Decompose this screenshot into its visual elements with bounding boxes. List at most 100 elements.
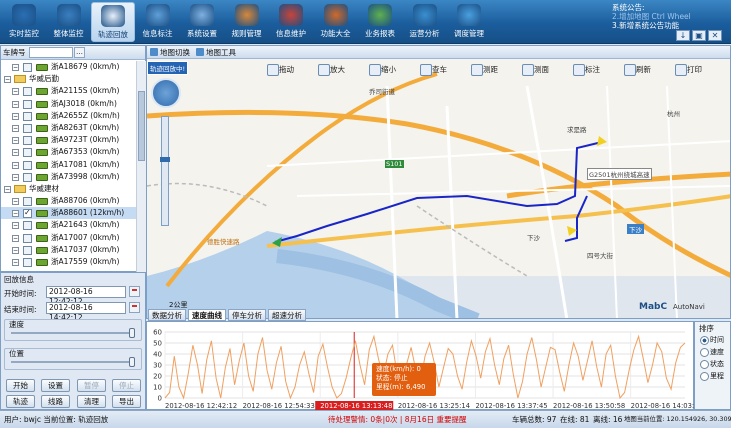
plate-search-input[interactable]: [29, 47, 73, 58]
clear-button[interactable]: 清理: [77, 395, 106, 408]
tab-speed-curve[interactable]: 速度曲线: [188, 309, 226, 321]
zoom-knob[interactable]: [160, 157, 170, 162]
speed-slider-knob[interactable]: [129, 328, 135, 338]
toolbar-radar-button[interactable]: 实时监控: [2, 2, 46, 42]
vehicle-row[interactable]: − 浙A2655Z (0km/h): [1, 110, 136, 122]
sort-radio-time[interactable]: 时间: [700, 335, 724, 345]
route-button[interactable]: 线路: [41, 395, 70, 408]
collapse-icon[interactable]: −: [12, 124, 19, 132]
vehicle-checkbox[interactable]: [23, 63, 32, 72]
position-slider[interactable]: [11, 361, 135, 363]
vehicle-checkbox[interactable]: [23, 160, 32, 170]
vehicle-checkbox[interactable]: [23, 87, 32, 97]
zoom-slider[interactable]: [160, 116, 170, 226]
collapse-icon[interactable]: −: [12, 259, 19, 266]
start-button[interactable]: 开始: [6, 379, 35, 392]
vehicle-checkbox[interactable]: [23, 258, 32, 267]
plate-search-button[interactable]: …: [74, 47, 85, 58]
status-alert-link[interactable]: 待处理警情: 0条|0次 | 8月16日 重要提醒: [328, 411, 466, 428]
collapse-icon[interactable]: −: [12, 210, 19, 218]
sort-radio-speed[interactable]: 速度: [700, 347, 724, 357]
toolbar-piechart-button[interactable]: 业务报表: [358, 2, 402, 42]
scroll-thumb[interactable]: [138, 91, 145, 161]
vehicle-row[interactable]: − 浙A2115S (0km/h): [1, 85, 136, 97]
toolbar-gear-button[interactable]: 系统设置: [180, 2, 224, 42]
vehicle-row[interactable]: − 浙A9723T (0km/h): [1, 134, 136, 146]
vehicle-row[interactable]: − 浙A17559 (0km/h): [1, 256, 136, 268]
map-tool-pan-button[interactable]: 拖动: [267, 64, 294, 76]
map-tool-find-vehicle-button[interactable]: 查车: [420, 64, 447, 76]
tab-map-tools[interactable]: 地图工具: [195, 47, 236, 58]
collapse-icon[interactable]: −: [12, 161, 19, 169]
collapse-icon[interactable]: −: [12, 149, 19, 157]
stop-button[interactable]: 停止: [112, 379, 141, 392]
collapse-icon[interactable]: −: [4, 185, 11, 193]
vehicle-checkbox[interactable]: [23, 111, 32, 121]
toolbar-marker-button[interactable]: 信息标注: [136, 2, 180, 42]
collapse-icon[interactable]: −: [12, 222, 19, 230]
close-icon[interactable]: ✕: [708, 30, 722, 41]
vehicle-row[interactable]: − 浙A17007 (0km/h): [1, 232, 136, 244]
track-button[interactable]: 轨迹: [6, 395, 35, 408]
start-time-field[interactable]: 2012-08-16 12:42:12: [46, 286, 126, 306]
collapse-icon[interactable]: −: [12, 246, 19, 254]
collapse-icon[interactable]: −: [12, 112, 19, 120]
vehicle-row[interactable]: − 浙A8263T (0km/h): [1, 122, 136, 134]
pan-control-icon[interactable]: [151, 78, 181, 108]
sort-radio-mileage[interactable]: 里程: [700, 371, 724, 381]
collapse-icon[interactable]: −: [12, 173, 19, 181]
end-time-field[interactable]: 2012-08-16 14:42:12: [46, 302, 126, 322]
collapse-icon[interactable]: −: [12, 137, 19, 145]
vehicle-checkbox[interactable]: [23, 136, 32, 146]
map-tool-zoom-in-button[interactable]: 放大: [318, 64, 345, 76]
export-button[interactable]: 导出: [112, 395, 141, 408]
vehicle-checkbox[interactable]: [23, 245, 32, 255]
map-tool-zoom-out-button[interactable]: 缩小: [369, 64, 396, 76]
vehicle-row[interactable]: − 浙A88706 (0km/h): [1, 195, 136, 207]
map-tool-measure-area-button[interactable]: 测面: [522, 64, 549, 76]
vehicle-row[interactable]: − 浙A17037 (0km/h): [1, 244, 136, 256]
map-tool-measure-distance-button[interactable]: 测距: [471, 64, 498, 76]
collapse-icon[interactable]: −: [12, 234, 19, 242]
vehicle-group[interactable]: − 华威后勤: [1, 73, 136, 85]
map-tool-annotate-button[interactable]: 标注: [573, 64, 600, 76]
vehicle-checkbox[interactable]: [23, 221, 32, 231]
vehicle-row[interactable]: − 浙A17081 (0km/h): [1, 159, 136, 171]
vehicle-checkbox[interactable]: [23, 123, 32, 133]
map-tool-print-button[interactable]: 打印: [675, 64, 702, 76]
collapse-icon[interactable]: −: [12, 64, 19, 71]
toolbar-playback-button[interactable]: 轨迹回放: [91, 2, 135, 42]
start-calendar-icon[interactable]: [129, 286, 140, 297]
toolbar-tools-button[interactable]: 规则管理: [225, 2, 269, 42]
tab-parking-analysis[interactable]: 停车分析: [228, 309, 266, 321]
tab-overspeed-analysis[interactable]: 超速分析: [268, 309, 306, 321]
vehicle-row[interactable]: − 浙A18679 (0km/h): [1, 61, 136, 73]
vehicle-group[interactable]: − 华威建材: [1, 183, 136, 195]
vehicle-row[interactable]: − 浙A21643 (0km/h): [1, 219, 136, 231]
vehicle-checkbox[interactable]: [23, 172, 32, 182]
vehicle-row[interactable]: − 浙A67353 (0km/h): [1, 146, 136, 158]
vehicle-row[interactable]: − 浙A88601 (12km/h): [1, 207, 136, 220]
tab-data-analysis[interactable]: 数据分析: [148, 309, 186, 321]
collapse-icon[interactable]: −: [12, 100, 19, 108]
vehicle-row[interactable]: − 浙AJ3018 (0km/h): [1, 98, 136, 110]
toolbar-toolbox-button[interactable]: 信息维护: [269, 2, 313, 42]
map-area[interactable]: 地图切换 地图工具 轨迹回放中! 拖动 放大 缩小 查车 测距 测面 标注 刷新 打印 乔司街道…: [146, 45, 731, 319]
toolbar-truck-button[interactable]: 整体监控: [47, 2, 91, 42]
collapse-icon[interactable]: −: [12, 198, 19, 206]
sort-radio-state[interactable]: 状态: [700, 359, 724, 369]
vehicle-checkbox[interactable]: [23, 197, 32, 207]
vehicle-checkbox[interactable]: [23, 207, 32, 219]
collapse-icon[interactable]: −: [12, 88, 19, 96]
collapse-icon[interactable]: −: [4, 76, 11, 84]
speed-slider[interactable]: [11, 332, 135, 334]
restore-icon[interactable]: ▣: [692, 30, 706, 41]
vehicle-checkbox[interactable]: [23, 233, 32, 243]
settings-button[interactable]: 设置: [41, 379, 70, 392]
vehicle-scrollbar[interactable]: [136, 61, 146, 272]
toolbar-barchart-button[interactable]: 运营分析: [403, 2, 447, 42]
end-calendar-icon[interactable]: [129, 302, 140, 313]
vehicle-checkbox[interactable]: [23, 99, 32, 109]
toolbar-apps-button[interactable]: 功能大全: [314, 2, 358, 42]
tab-map-switch[interactable]: 地图切换: [149, 47, 190, 58]
